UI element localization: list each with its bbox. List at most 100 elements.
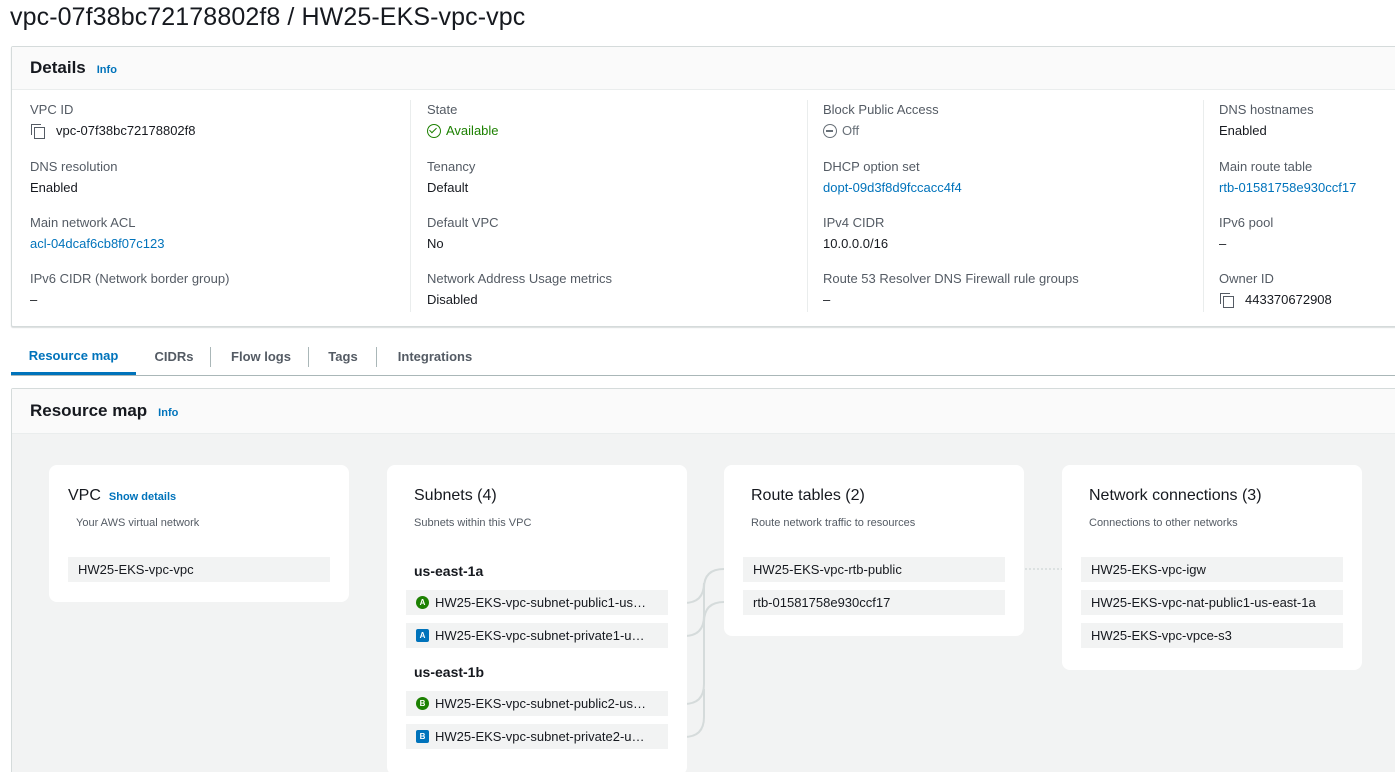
ipv4-cidr-label: IPv4 CIDR <box>823 215 885 230</box>
tab-flow-logs[interactable]: Flow logs <box>218 338 304 375</box>
column-divider <box>1203 100 1204 312</box>
tab-resource-map[interactable]: Resource map <box>11 338 136 375</box>
copy-icon[interactable] <box>1219 292 1235 308</box>
route53-firewall-value: – <box>823 292 831 307</box>
field-dns-resolution: DNS resolution Enabled <box>30 159 410 196</box>
public-subnet-badge-icon: B <box>416 697 429 710</box>
field-ipv6-pool: IPv6 pool – <box>1219 215 1395 252</box>
details-column-3: Block Public Access Off DHCP option set … <box>823 102 1203 312</box>
main-network-acl-link[interactable]: acl-04dcaf6cb8f07c123 <box>30 236 410 252</box>
field-dns-hostnames: DNS hostnames Enabled <box>1219 102 1395 139</box>
default-vpc-label: Default VPC <box>427 215 499 230</box>
status-success-icon <box>427 124 441 138</box>
subnet-name: HW25-EKS-vpc-subnet-private2-u… <box>435 729 645 744</box>
tab-tags[interactable]: Tags <box>315 338 371 375</box>
resource-map-heading: Resource map <box>30 401 148 420</box>
main-route-table-label: Main route table <box>1219 159 1313 174</box>
vpc-item[interactable]: HW25-EKS-vpc-vpc <box>68 557 330 582</box>
main-route-table-link[interactable]: rtb-01581758e930ccf17 <box>1219 180 1395 196</box>
ipv6-pool-label: IPv6 pool <box>1219 215 1274 230</box>
route-table-item[interactable]: HW25-EKS-vpc-rtb-public <box>743 557 1005 582</box>
vpc-card-subtitle: Your AWS virtual network <box>76 517 200 529</box>
column-divider <box>410 100 411 312</box>
dns-resolution-label: DNS resolution <box>30 159 118 174</box>
subnets-card: Subnets (4) Subnets within this VPC us-e… <box>387 465 687 772</box>
dns-resolution-value: Enabled <box>30 180 78 195</box>
nau-metrics-label: Network Address Usage metrics <box>427 271 612 286</box>
subnet-item[interactable]: A HW25-EKS-vpc-subnet-public1-us… <box>406 590 668 615</box>
status-off-icon <box>823 124 837 138</box>
field-default-vpc: Default VPC No <box>427 215 807 252</box>
block-public-access-text: Off <box>842 123 860 138</box>
field-owner-id: Owner ID 443370672908 <box>1219 271 1395 308</box>
subnets-card-title: Subnets (4) <box>414 487 497 504</box>
route53-firewall-label: Route 53 Resolver DNS Firewall rule grou… <box>823 271 1079 286</box>
vpc-id-value: vpc-07f38bc72178802f8 <box>30 123 410 139</box>
route-table-item[interactable]: rtb-01581758e930ccf17 <box>743 590 1005 615</box>
network-connection-item[interactable]: HW25-EKS-vpc-vpce-s3 <box>1081 623 1343 648</box>
tab-separator <box>376 347 377 367</box>
tab-integrations[interactable]: Integrations <box>383 338 487 375</box>
resource-map-info-link[interactable]: Info <box>158 407 178 419</box>
dns-hostnames-value: Enabled <box>1219 123 1267 138</box>
public-subnet-badge-icon: A <box>416 596 429 609</box>
subnet-item[interactable]: B HW25-EKS-vpc-subnet-private2-u… <box>406 724 668 749</box>
field-ipv6-cidr: IPv6 CIDR (Network border group) – <box>30 271 410 308</box>
route-tables-card-title: Route tables (2) <box>751 487 865 504</box>
details-header: Details Info <box>12 47 1395 90</box>
field-nau-metrics: Network Address Usage metrics Disabled <box>427 271 807 308</box>
tenancy-label: Tenancy <box>427 159 476 174</box>
field-vpc-id: VPC ID vpc-07f38bc72178802f8 <box>30 102 410 139</box>
details-panel: Details Info VPC ID vpc-07f38bc72178802f… <box>11 46 1395 327</box>
network-connections-card-subtitle: Connections to other networks <box>1089 517 1238 529</box>
show-details-link[interactable]: Show details <box>109 491 176 503</box>
field-state: State Available <box>427 102 807 139</box>
zone-us-east-1b: us-east-1b <box>414 664 485 680</box>
vpc-card-title: VPC Show details <box>68 487 176 505</box>
network-connection-item[interactable]: HW25-EKS-vpc-nat-public1-us-east-1a <box>1081 590 1343 615</box>
block-public-access-value: Off <box>823 123 1203 139</box>
block-public-access-label: Block Public Access <box>823 102 939 117</box>
ipv6-pool-value: – <box>1219 236 1227 251</box>
field-ipv4-cidr: IPv4 CIDR 10.0.0.0/16 <box>823 215 1203 252</box>
copy-icon[interactable] <box>30 123 46 139</box>
field-main-route-table: Main route table rtb-01581758e930ccf17 <box>1219 159 1395 196</box>
subnets-card-subtitle: Subnets within this VPC <box>414 517 532 529</box>
details-info-link[interactable]: Info <box>97 64 117 76</box>
resource-map-panel: Resource map Info VPC Show details Your … <box>11 388 1395 772</box>
ipv6-cidr-value: – <box>30 292 38 307</box>
state-value: Available <box>427 123 807 139</box>
subnet-name: HW25-EKS-vpc-subnet-public1-us… <box>435 595 646 610</box>
column-divider <box>807 100 808 312</box>
tenancy-value: Default <box>427 180 469 195</box>
tab-separator <box>308 347 309 367</box>
page-title: vpc-07f38bc72178802f8 / HW25-EKS-vpc-vpc <box>10 3 526 31</box>
network-connection-item[interactable]: HW25-EKS-vpc-igw <box>1081 557 1343 582</box>
dns-hostnames-label: DNS hostnames <box>1219 102 1314 117</box>
details-heading: Details <box>30 58 86 77</box>
details-grid: VPC ID vpc-07f38bc72178802f8 DNS resolut… <box>12 90 1395 326</box>
subnet-item[interactable]: B HW25-EKS-vpc-subnet-public2-us… <box>406 691 668 716</box>
vpc-card: VPC Show details Your AWS virtual networ… <box>49 465 349 602</box>
details-column-1: VPC ID vpc-07f38bc72178802f8 DNS resolut… <box>30 102 410 312</box>
subnet-item[interactable]: A HW25-EKS-vpc-subnet-private1-u… <box>406 623 668 648</box>
tab-bar: Resource map CIDRs Flow logs Tags Integr… <box>11 338 1395 376</box>
field-route53-firewall: Route 53 Resolver DNS Firewall rule grou… <box>823 271 1203 308</box>
dhcp-option-set-link[interactable]: dopt-09d3f8d9fccacc4f4 <box>823 180 1203 196</box>
default-vpc-value: No <box>427 236 444 251</box>
field-dhcp-option-set: DHCP option set dopt-09d3f8d9fccacc4f4 <box>823 159 1203 196</box>
route-tables-card: Route tables (2) Route network traffic t… <box>724 465 1024 636</box>
network-connections-card-title: Network connections (3) <box>1089 487 1262 504</box>
route-tables-card-subtitle: Route network traffic to resources <box>751 517 916 529</box>
main-network-acl-label: Main network ACL <box>30 215 136 230</box>
owner-id-label: Owner ID <box>1219 271 1274 286</box>
vpc-id-label: VPC ID <box>30 102 74 117</box>
dhcp-option-set-label: DHCP option set <box>823 159 920 174</box>
field-main-network-acl: Main network ACL acl-04dcaf6cb8f07c123 <box>30 215 410 252</box>
nau-metrics-value: Disabled <box>427 292 478 307</box>
vpc-card-heading: VPC <box>68 487 101 504</box>
owner-id-text: 443370672908 <box>1245 292 1332 307</box>
private-subnet-badge-icon: B <box>416 730 429 743</box>
field-block-public-access: Block Public Access Off <box>823 102 1203 139</box>
tab-cidrs[interactable]: CIDRs <box>144 338 204 375</box>
